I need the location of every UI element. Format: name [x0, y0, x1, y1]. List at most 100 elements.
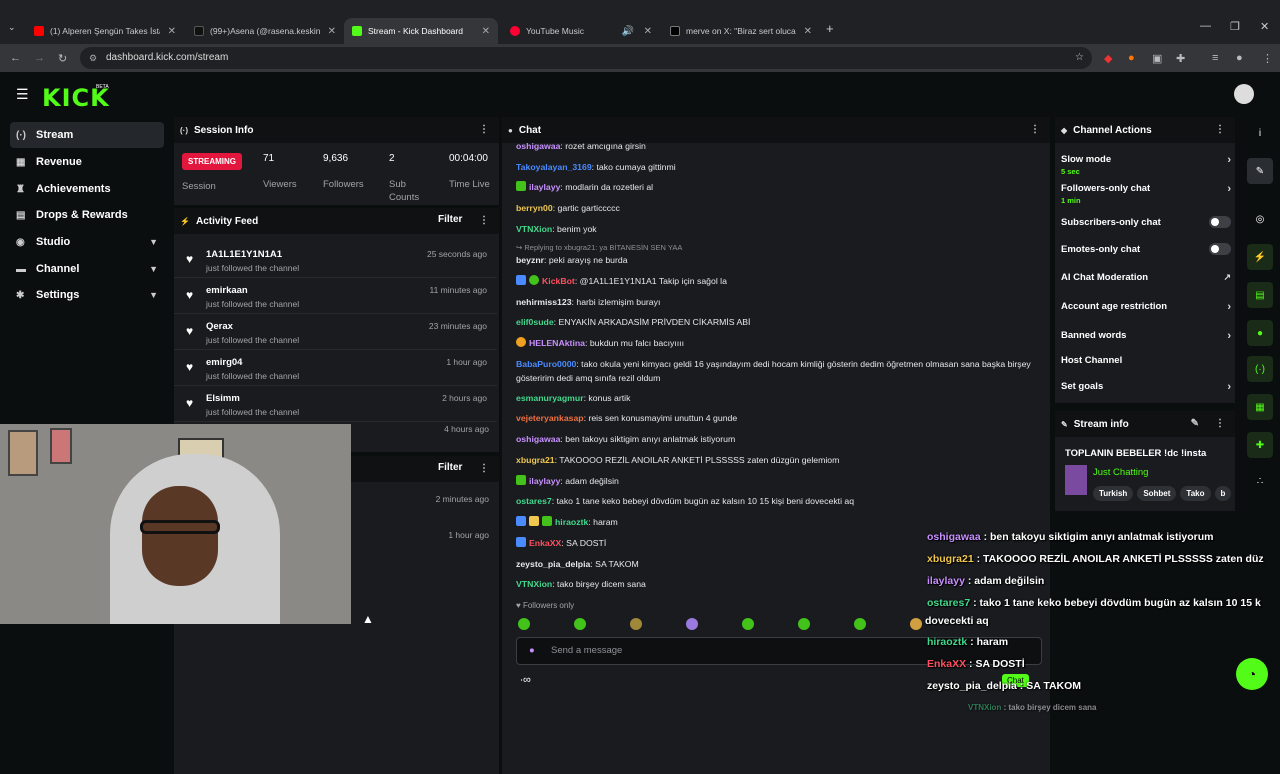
chat-username[interactable]: elif0sude — [516, 317, 554, 327]
sidebar-item-drops-rewards[interactable]: ▤ Drops & Rewards — [10, 202, 164, 228]
more-options-icon[interactable]: ⋮ — [1030, 124, 1040, 135]
close-tab-icon[interactable]: ✕ — [168, 26, 176, 37]
chat-settings-icon[interactable]: ∙∞ — [520, 674, 531, 686]
emote-icon[interactable] — [574, 618, 586, 630]
microphone-icon[interactable]: ● — [529, 638, 535, 664]
filter-button[interactable]: Filter — [438, 214, 462, 225]
clipboard-icon[interactable]: ▤ — [1247, 282, 1273, 308]
category-name[interactable]: Just Chatting — [1093, 467, 1148, 478]
chat-username[interactable]: Takoyalayan_3169 — [516, 162, 592, 172]
chat-username[interactable]: HELENAktina — [529, 338, 585, 348]
chat-username[interactable]: VTNXion — [516, 224, 552, 234]
sidebar-item-achievements[interactable]: ♜ Achievements — [10, 176, 164, 202]
hamburger-menu-icon[interactable]: ☰ — [16, 86, 29, 103]
emote-icon[interactable] — [910, 618, 922, 630]
minimize-icon[interactable]: — — [1200, 20, 1211, 32]
chat-username[interactable]: zeysto_pia_delpia — [516, 559, 590, 569]
chat-username[interactable]: nehirmiss123 — [516, 297, 572, 307]
host-channel-setting[interactable]: Host Channel — [1061, 355, 1231, 366]
info-icon[interactable]: i — [1247, 120, 1273, 146]
account-age-setting[interactable]: Account age restriction › — [1061, 301, 1231, 313]
chat-username[interactable]: oshigawaa — [516, 434, 560, 444]
close-tab-icon[interactable]: ✕ — [804, 26, 812, 37]
site-info-icon[interactable]: ⚙ — [89, 47, 97, 69]
emote-icon[interactable] — [518, 618, 530, 630]
edit-layout-icon[interactable]: ✎ — [1247, 158, 1273, 184]
chat-username[interactable]: beyznr — [516, 255, 544, 265]
browser-tab-1[interactable]: (1) Alperen Şengün Takes İstanb ✕ — [26, 18, 184, 44]
extension-icon[interactable]: ▣ — [1152, 52, 1162, 65]
close-tab-icon[interactable]: ✕ — [482, 26, 490, 37]
wrench-icon[interactable]: ✚ — [1247, 432, 1273, 458]
chat-username[interactable]: esmanuryagmur — [516, 393, 584, 403]
emotes-only-toggle[interactable] — [1209, 243, 1231, 255]
tag[interactable]: b — [1214, 486, 1231, 501]
more-options-icon[interactable]: ⋮ — [1215, 418, 1225, 429]
chat-username[interactable]: ostares7 — [516, 496, 552, 506]
ai-moderation-setting[interactable]: AI Chat Moderation ↗ — [1061, 272, 1231, 283]
tab-search-icon[interactable]: ⌄ — [8, 22, 16, 33]
layout-icon[interactable]: ▦ — [1247, 394, 1273, 420]
profile-icon[interactable]: ● — [1236, 52, 1243, 64]
broadcast-icon[interactable]: (·) — [1247, 356, 1273, 382]
tag[interactable]: Turkish — [1093, 486, 1134, 501]
set-goals-setting[interactable]: Set goals › — [1061, 381, 1231, 393]
extension-icon[interactable]: ● — [1128, 52, 1135, 64]
browser-tab-5[interactable]: merve on X: "Biraz sert olucak, b ✕ — [662, 18, 820, 44]
more-options-icon[interactable]: ⋮ — [1215, 124, 1225, 135]
followers-only-setting[interactable]: Followers-only chat 1 min › — [1061, 183, 1231, 205]
sidebar-item-settings[interactable]: ✱ Settings ▼ — [10, 282, 164, 308]
close-tab-icon[interactable]: ✕ — [644, 26, 652, 37]
sidebar-item-studio[interactable]: ◉ Studio ▼ — [10, 229, 164, 255]
lightning-icon[interactable]: ⚡ — [1247, 244, 1273, 270]
slow-mode-setting[interactable]: Slow mode 5 sec › — [1061, 154, 1231, 176]
sidebar-item-stream[interactable]: (·) Stream — [10, 122, 164, 148]
reload-icon[interactable]: ↻ — [58, 52, 67, 65]
forward-icon[interactable]: → — [34, 52, 45, 64]
support-button[interactable]: ◔ — [1236, 658, 1268, 690]
bookmark-star-icon[interactable]: ☆ — [1075, 47, 1084, 69]
maximize-icon[interactable]: ❐ — [1230, 20, 1240, 33]
user-avatar[interactable] — [1234, 84, 1254, 104]
chat-username[interactable]: vejeteryankasap — [516, 413, 584, 423]
chat-username[interactable]: oshigawaa — [516, 141, 560, 151]
extension-icon[interactable]: ◆ — [1104, 52, 1112, 65]
tag[interactable]: Sohbet — [1137, 486, 1177, 501]
close-window-icon[interactable]: ✕ — [1260, 20, 1269, 33]
chat-username[interactable]: BabaPuro0000 — [516, 359, 576, 369]
chat-bubble-icon[interactable]: ● — [1247, 320, 1273, 346]
chat-username[interactable]: KickBot — [542, 276, 575, 286]
chat-username[interactable]: EnkaXX — [529, 538, 561, 548]
subscribers-only-toggle[interactable] — [1209, 216, 1231, 228]
browser-menu-icon[interactable]: ⋮ — [1262, 52, 1273, 65]
emote-icon[interactable] — [854, 618, 866, 630]
browser-tab-2[interactable]: (99+)Asena (@rasena.keskinci) | ✕ — [186, 18, 344, 44]
browser-tab-3[interactable]: Stream - Kick Dashboard ✕ — [344, 18, 498, 44]
media-control-icon[interactable]: ≡ — [1212, 52, 1218, 64]
close-tab-icon[interactable]: 🔊 — [622, 26, 634, 37]
more-options-icon[interactable]: ⋮ — [479, 215, 489, 226]
emote-icon[interactable] — [742, 618, 754, 630]
emote-icon[interactable] — [798, 618, 810, 630]
emote-icon[interactable] — [686, 618, 698, 630]
chat-username[interactable]: ilaylayy — [529, 476, 560, 486]
edit-icon[interactable]: ✎ — [1191, 418, 1199, 429]
chat-username[interactable]: VTNXion — [516, 579, 552, 589]
more-options-icon[interactable]: ⋮ — [479, 463, 489, 474]
banned-words-setting[interactable]: Banned words › — [1061, 330, 1231, 342]
chat-username[interactable]: berryn00 — [516, 203, 553, 213]
extensions-puzzle-icon[interactable]: ✚ — [1176, 52, 1185, 65]
new-tab-icon[interactable]: + — [826, 21, 834, 36]
chat-username[interactable]: xbugra21 — [516, 455, 555, 465]
close-tab-icon[interactable]: ✕ — [328, 26, 336, 37]
camera-icon[interactable]: ◎ — [1247, 206, 1273, 232]
url-field[interactable]: ⚙ dashboard.kick.com/stream ☆ — [80, 47, 1092, 69]
sidebar-item-channel[interactable]: ▬ Channel ▼ — [10, 256, 164, 282]
back-icon[interactable]: ← — [10, 52, 21, 64]
chat-username[interactable]: ilaylayy — [529, 182, 560, 192]
more-options-icon[interactable]: ⋮ — [479, 124, 489, 135]
chat-username[interactable]: hiraoztk — [555, 517, 588, 527]
browser-tab-4[interactable]: YouTube Music 🔊 ✕ — [502, 18, 660, 44]
tag[interactable]: Tako — [1180, 486, 1211, 501]
filter-button[interactable]: Filter — [438, 462, 462, 473]
